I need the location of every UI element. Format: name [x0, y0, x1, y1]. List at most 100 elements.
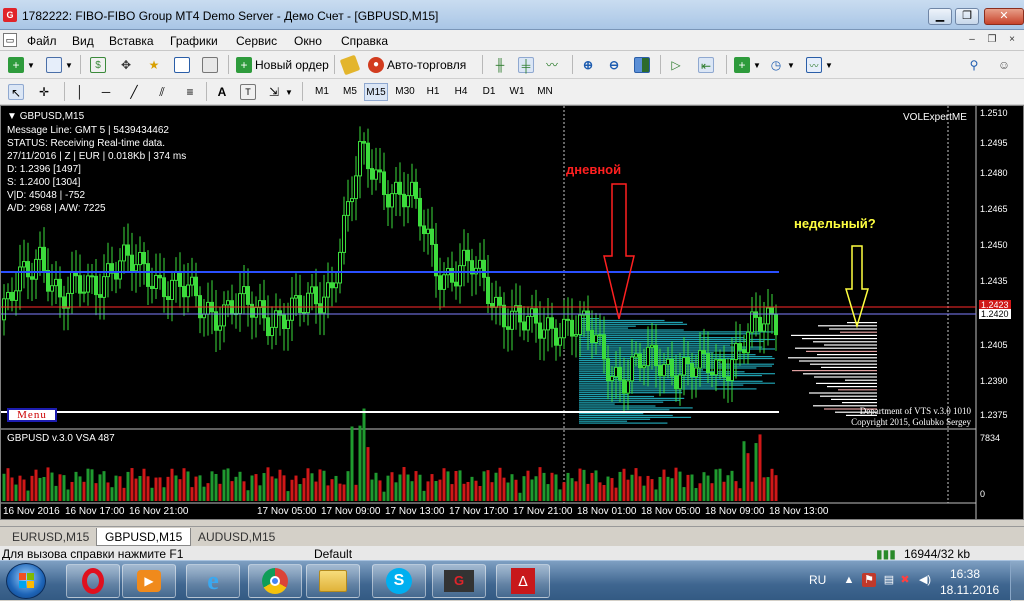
fibonacci-tool[interactable]: ≡: [180, 82, 200, 102]
new-order-button[interactable]: + Новый ордер: [234, 55, 331, 75]
tab-audusd[interactable]: AUDUSD,M15: [190, 528, 283, 546]
tile-windows-button[interactable]: [632, 55, 652, 75]
restore-button[interactable]: ❐: [955, 8, 979, 25]
menu-file[interactable]: Файл: [27, 34, 57, 48]
taskbar-media-player[interactable]: ▶: [122, 564, 176, 598]
text-label-tool[interactable]: T: [238, 82, 258, 102]
time-label: 17 Nov 13:00: [385, 506, 445, 517]
crosshair-tool[interactable]: ✛: [34, 82, 54, 102]
indicator-menu-button[interactable]: Menu: [7, 408, 57, 422]
menu-window[interactable]: Окно: [294, 34, 322, 48]
new-chart-button[interactable]: + ▼: [6, 55, 37, 75]
volume-bar: [318, 469, 322, 501]
time-label: 17 Nov 21:00: [513, 506, 573, 517]
candle-body: [750, 311, 754, 333]
timeframe-m1[interactable]: M1: [310, 83, 334, 101]
timeframe-m30[interactable]: M30: [393, 83, 417, 101]
arrows-tool[interactable]: ⇲ ▼: [264, 82, 295, 102]
minimize-button[interactable]: ▁: [928, 8, 952, 25]
tab-gbpusd[interactable]: GBPUSD,M15: [96, 528, 192, 546]
indicators-button[interactable]: + ▼: [732, 55, 763, 75]
menu-tools[interactable]: Сервис: [236, 34, 277, 48]
text-tool[interactable]: A: [212, 82, 232, 102]
candle-body: [666, 358, 670, 366]
strategy-tester-button[interactable]: [200, 55, 220, 75]
system-clock[interactable]: 16:38 18.11.2016: [940, 566, 999, 598]
tab-eurusd[interactable]: EURUSD,M15: [4, 528, 97, 546]
start-button[interactable]: [6, 563, 46, 599]
candlestick-button[interactable]: ╪: [516, 55, 536, 75]
tray-device-icon[interactable]: ▤: [882, 573, 896, 587]
timeframe-m15[interactable]: M15: [364, 83, 388, 101]
candle-body: [134, 264, 138, 272]
menu-view[interactable]: Вид: [72, 34, 94, 48]
volume-bar: [558, 489, 562, 501]
weekly-profile-bar: [840, 331, 877, 333]
volume-bar: [282, 475, 286, 501]
skype-icon: S: [386, 568, 412, 594]
taskbar-acrobat[interactable]: ᐃ: [496, 564, 550, 598]
timeframe-d1[interactable]: D1: [477, 83, 501, 101]
language-indicator[interactable]: RU: [809, 573, 826, 587]
chart-window-icon[interactable]: ▭: [3, 33, 17, 47]
auto-trading-button[interactable]: ● Авто-торговля: [366, 55, 468, 75]
vertical-line-tool[interactable]: │: [70, 82, 90, 102]
bar-chart-button[interactable]: ╫: [490, 55, 510, 75]
taskbar-fibo-group[interactable]: G: [432, 564, 486, 598]
menu-charts[interactable]: Графики: [170, 34, 218, 48]
taskbar-internet-explorer[interactable]: e: [186, 564, 240, 598]
horizontal-line-tool[interactable]: ─: [96, 82, 116, 102]
candle-body: [50, 285, 54, 292]
cursor-tool[interactable]: ↖: [6, 82, 26, 102]
price-chart-canvas[interactable]: [1, 106, 1023, 519]
metaeditor-button[interactable]: [339, 54, 361, 76]
zoom-out-button[interactable]: ⊖: [604, 55, 624, 75]
search-button[interactable]: ⚲: [964, 55, 984, 75]
tray-flag-icon[interactable]: ⚑: [862, 573, 876, 587]
network-disconnected-icon[interactable]: ✖: [898, 573, 912, 587]
volume-bar: [298, 484, 302, 501]
taskbar-chrome[interactable]: [248, 564, 302, 598]
timeframe-h4[interactable]: H4: [449, 83, 473, 101]
market-watch-button[interactable]: $: [88, 55, 108, 75]
mdi-close-button[interactable]: ×: [1004, 33, 1020, 47]
show-desktop-button[interactable]: [1010, 561, 1024, 601]
trendline-tool[interactable]: ╱: [124, 82, 144, 102]
line-chart-button[interactable]: 〰: [542, 55, 562, 75]
periods-button[interactable]: ◷ ▼: [766, 55, 797, 75]
taskbar-skype[interactable]: S: [372, 564, 426, 598]
volume-bar: [158, 477, 162, 501]
candle-body: [166, 296, 170, 301]
volume-bar: [606, 476, 610, 501]
timeframe-w1[interactable]: W1: [505, 83, 529, 101]
community-button[interactable]: ☺: [994, 55, 1014, 75]
tray-expand-icon[interactable]: ▲: [842, 573, 856, 587]
navigator-button[interactable]: ★: [144, 55, 164, 75]
timeframe-m5[interactable]: M5: [338, 83, 362, 101]
chart-shift-button[interactable]: ▷: [666, 55, 686, 75]
mdi-minimize-button[interactable]: –: [964, 33, 980, 47]
mdi-restore-button[interactable]: ❐: [984, 33, 1000, 47]
volume-bar: [386, 475, 390, 501]
close-button[interactable]: ✕: [984, 8, 1024, 25]
volume-bar: [254, 474, 258, 501]
data-window-button[interactable]: ✥: [116, 55, 136, 75]
fibonacci-icon: ≡: [186, 85, 194, 99]
menu-help[interactable]: Справка: [341, 34, 388, 48]
timeframe-h1[interactable]: H1: [421, 83, 445, 101]
weekly-profile-bar: [817, 354, 877, 356]
taskbar-file-explorer[interactable]: [306, 564, 360, 598]
volume-bar: [218, 483, 222, 501]
equidistant-channel-tool[interactable]: ⫽: [152, 82, 172, 102]
volume-bar: [410, 481, 414, 501]
timeframe-mn[interactable]: MN: [533, 83, 557, 101]
profiles-button[interactable]: ▼: [44, 55, 75, 75]
chart-window[interactable]: ▼ GBPUSD,M15 Message Line: GMT 5 | 54394…: [0, 105, 1024, 520]
auto-scroll-button[interactable]: ⇤: [696, 55, 716, 75]
menu-insert[interactable]: Вставка: [109, 34, 154, 48]
taskbar-opera[interactable]: [66, 564, 120, 598]
templates-button[interactable]: 〰 ▼: [804, 55, 835, 75]
terminal-button[interactable]: [172, 55, 192, 75]
volume-icon[interactable]: ◀): [918, 573, 932, 587]
zoom-in-button[interactable]: ⊕: [578, 55, 598, 75]
